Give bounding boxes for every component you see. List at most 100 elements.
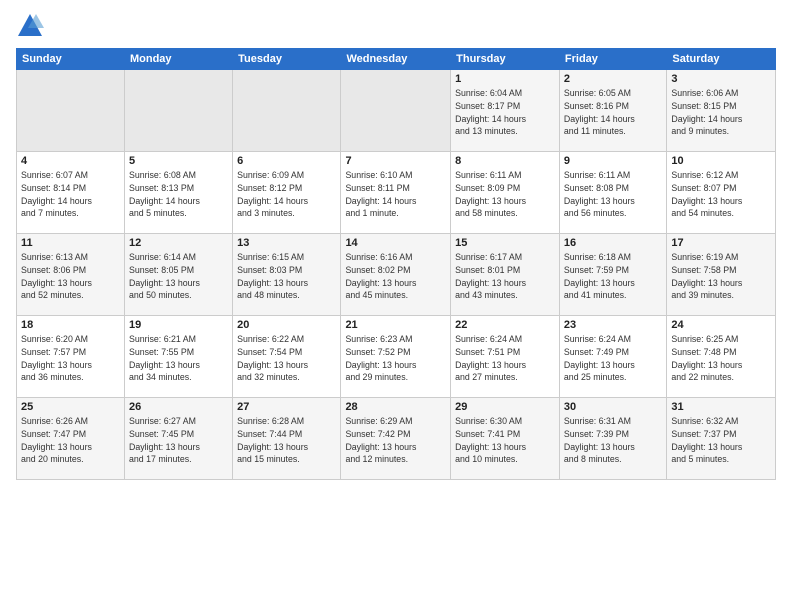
day-number: 20 xyxy=(237,319,336,331)
calendar-cell: 16 Sunrise: 6:18 AM Sunset: 7:59 PM Dayli… xyxy=(559,234,666,316)
day-info: Sunrise: 6:23 AM Sunset: 7:52 PM Dayligh… xyxy=(345,333,446,384)
calendar-cell: 5 Sunrise: 6:08 AM Sunset: 8:13 PM Daylig… xyxy=(124,152,232,234)
day-info: Sunrise: 6:30 AM Sunset: 7:41 PM Dayligh… xyxy=(455,415,555,466)
calendar-cell: 3 Sunrise: 6:06 AM Sunset: 8:15 PM Daylig… xyxy=(667,70,776,152)
day-number: 26 xyxy=(129,401,228,413)
day-number: 28 xyxy=(345,401,446,413)
weekday-friday: Friday xyxy=(559,49,666,70)
day-info: Sunrise: 6:15 AM Sunset: 8:03 PM Dayligh… xyxy=(237,251,336,302)
day-number: 31 xyxy=(671,401,771,413)
calendar-cell: 25 Sunrise: 6:26 AM Sunset: 7:47 PM Dayli… xyxy=(17,398,125,480)
day-number: 12 xyxy=(129,237,228,249)
day-info: Sunrise: 6:06 AM Sunset: 8:15 PM Dayligh… xyxy=(671,87,771,138)
day-number: 25 xyxy=(21,401,120,413)
calendar-cell: 1 Sunrise: 6:04 AM Sunset: 8:17 PM Daylig… xyxy=(451,70,560,152)
day-info: Sunrise: 6:32 AM Sunset: 7:37 PM Dayligh… xyxy=(671,415,771,466)
day-number: 30 xyxy=(564,401,662,413)
calendar-cell: 11Sunrise: 6:13 AM Sunset: 8:06 PM Dayli… xyxy=(17,234,125,316)
calendar-cell: 4Sunrise: 6:07 AM Sunset: 8:14 PM Daylig… xyxy=(17,152,125,234)
day-number: 22 xyxy=(455,319,555,331)
day-info: Sunrise: 6:10 AM Sunset: 8:11 PM Dayligh… xyxy=(345,169,446,220)
weekday-tuesday: Tuesday xyxy=(233,49,341,70)
calendar-cell: 23 Sunrise: 6:24 AM Sunset: 7:49 PM Dayli… xyxy=(559,316,666,398)
calendar-cell xyxy=(233,70,341,152)
day-info: Sunrise: 6:07 AM Sunset: 8:14 PM Dayligh… xyxy=(21,169,120,220)
day-number: 5 xyxy=(129,155,228,167)
week-row-4: 18 Sunrise: 6:20 AM Sunset: 7:57 PM Dayli… xyxy=(17,316,776,398)
day-number: 8 xyxy=(455,155,555,167)
day-number: 15 xyxy=(455,237,555,249)
day-number: 19 xyxy=(129,319,228,331)
weekday-wednesday: Wednesday xyxy=(341,49,451,70)
calendar-cell: 30 Sunrise: 6:31 AM Sunset: 7:39 PM Dayli… xyxy=(559,398,666,480)
calendar-cell: 28 Sunrise: 6:29 AM Sunset: 7:42 PM Dayli… xyxy=(341,398,451,480)
day-info: Sunrise: 6:16 AM Sunset: 8:02 PM Dayligh… xyxy=(345,251,446,302)
day-number: 14 xyxy=(345,237,446,249)
weekday-sunday: Sunday xyxy=(17,49,125,70)
week-row-1: 1 Sunrise: 6:04 AM Sunset: 8:17 PM Daylig… xyxy=(17,70,776,152)
calendar-cell: 7Sunrise: 6:10 AM Sunset: 8:11 PM Daylig… xyxy=(341,152,451,234)
logo xyxy=(16,12,48,40)
day-info: Sunrise: 6:18 AM Sunset: 7:59 PM Dayligh… xyxy=(564,251,662,302)
day-number: 3 xyxy=(671,73,771,85)
calendar-cell: 31 Sunrise: 6:32 AM Sunset: 7:37 PM Dayli… xyxy=(667,398,776,480)
day-number: 23 xyxy=(564,319,662,331)
day-info: Sunrise: 6:08 AM Sunset: 8:13 PM Dayligh… xyxy=(129,169,228,220)
day-info: Sunrise: 6:29 AM Sunset: 7:42 PM Dayligh… xyxy=(345,415,446,466)
calendar-cell: 20 Sunrise: 6:22 AM Sunset: 7:54 PM Dayli… xyxy=(233,316,341,398)
day-info: Sunrise: 6:22 AM Sunset: 7:54 PM Dayligh… xyxy=(237,333,336,384)
day-info: Sunrise: 6:13 AM Sunset: 8:06 PM Dayligh… xyxy=(21,251,120,302)
day-number: 27 xyxy=(237,401,336,413)
weekday-saturday: Saturday xyxy=(667,49,776,70)
calendar-cell: 2Sunrise: 6:05 AM Sunset: 8:16 PM Daylig… xyxy=(559,70,666,152)
week-row-3: 11Sunrise: 6:13 AM Sunset: 8:06 PM Dayli… xyxy=(17,234,776,316)
calendar-cell: 10 Sunrise: 6:12 AM Sunset: 8:07 PM Dayli… xyxy=(667,152,776,234)
calendar-table: SundayMondayTuesdayWednesdayThursdayFrid… xyxy=(16,48,776,480)
day-number: 29 xyxy=(455,401,555,413)
weekday-thursday: Thursday xyxy=(451,49,560,70)
day-number: 16 xyxy=(564,237,662,249)
day-number: 1 xyxy=(455,73,555,85)
day-info: Sunrise: 6:25 AM Sunset: 7:48 PM Dayligh… xyxy=(671,333,771,384)
day-info: Sunrise: 6:27 AM Sunset: 7:45 PM Dayligh… xyxy=(129,415,228,466)
calendar-cell: 24Sunrise: 6:25 AM Sunset: 7:48 PM Dayli… xyxy=(667,316,776,398)
day-info: Sunrise: 6:11 AM Sunset: 8:09 PM Dayligh… xyxy=(455,169,555,220)
calendar-cell: 12 Sunrise: 6:14 AM Sunset: 8:05 PM Dayli… xyxy=(124,234,232,316)
calendar-cell xyxy=(124,70,232,152)
day-number: 6 xyxy=(237,155,336,167)
calendar-cell: 6Sunrise: 6:09 AM Sunset: 8:12 PM Daylig… xyxy=(233,152,341,234)
day-info: Sunrise: 6:31 AM Sunset: 7:39 PM Dayligh… xyxy=(564,415,662,466)
weekday-header-row: SundayMondayTuesdayWednesdayThursdayFrid… xyxy=(17,49,776,70)
day-info: Sunrise: 6:28 AM Sunset: 7:44 PM Dayligh… xyxy=(237,415,336,466)
day-info: Sunrise: 6:14 AM Sunset: 8:05 PM Dayligh… xyxy=(129,251,228,302)
day-number: 17 xyxy=(671,237,771,249)
day-number: 18 xyxy=(21,319,120,331)
calendar-cell: 29 Sunrise: 6:30 AM Sunset: 7:41 PM Dayli… xyxy=(451,398,560,480)
day-info: Sunrise: 6:20 AM Sunset: 7:57 PM Dayligh… xyxy=(21,333,120,384)
day-info: Sunrise: 6:04 AM Sunset: 8:17 PM Dayligh… xyxy=(455,87,555,138)
day-info: Sunrise: 6:17 AM Sunset: 8:01 PM Dayligh… xyxy=(455,251,555,302)
day-info: Sunrise: 6:05 AM Sunset: 8:16 PM Dayligh… xyxy=(564,87,662,138)
header xyxy=(16,12,776,40)
day-info: Sunrise: 6:11 AM Sunset: 8:08 PM Dayligh… xyxy=(564,169,662,220)
page: SundayMondayTuesdayWednesdayThursdayFrid… xyxy=(0,0,792,612)
calendar-cell xyxy=(341,70,451,152)
calendar-cell: 22 Sunrise: 6:24 AM Sunset: 7:51 PM Dayli… xyxy=(451,316,560,398)
day-info: Sunrise: 6:26 AM Sunset: 7:47 PM Dayligh… xyxy=(21,415,120,466)
calendar-cell: 19 Sunrise: 6:21 AM Sunset: 7:55 PM Dayli… xyxy=(124,316,232,398)
weekday-monday: Monday xyxy=(124,49,232,70)
logo-icon xyxy=(16,12,44,40)
calendar-cell: 18 Sunrise: 6:20 AM Sunset: 7:57 PM Dayli… xyxy=(17,316,125,398)
day-number: 10 xyxy=(671,155,771,167)
calendar-cell: 21 Sunrise: 6:23 AM Sunset: 7:52 PM Dayli… xyxy=(341,316,451,398)
day-info: Sunrise: 6:21 AM Sunset: 7:55 PM Dayligh… xyxy=(129,333,228,384)
day-info: Sunrise: 6:12 AM Sunset: 8:07 PM Dayligh… xyxy=(671,169,771,220)
day-info: Sunrise: 6:24 AM Sunset: 7:49 PM Dayligh… xyxy=(564,333,662,384)
day-number: 13 xyxy=(237,237,336,249)
calendar-cell: 9Sunrise: 6:11 AM Sunset: 8:08 PM Daylig… xyxy=(559,152,666,234)
calendar-cell: 8 Sunrise: 6:11 AM Sunset: 8:09 PM Daylig… xyxy=(451,152,560,234)
week-row-5: 25 Sunrise: 6:26 AM Sunset: 7:47 PM Dayli… xyxy=(17,398,776,480)
day-number: 21 xyxy=(345,319,446,331)
calendar-cell: 27 Sunrise: 6:28 AM Sunset: 7:44 PM Dayli… xyxy=(233,398,341,480)
day-info: Sunrise: 6:24 AM Sunset: 7:51 PM Dayligh… xyxy=(455,333,555,384)
